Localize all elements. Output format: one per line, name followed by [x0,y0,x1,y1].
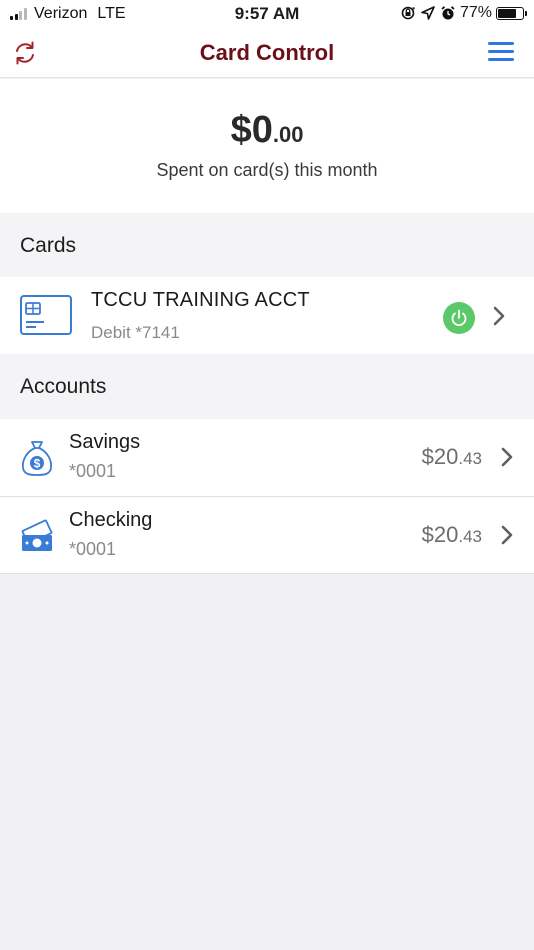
card-row[interactable]: TCCU TRAINING ACCT Debit *7141 [0,277,534,354]
cards-section-header: Cards [0,213,534,277]
location-arrow-icon [421,6,435,20]
account-name: Checking [69,509,153,531]
cards-header-label: Cards [20,234,77,257]
battery-percent: 77% [459,4,492,21]
row-divider [0,573,534,574]
account-balance-cents: .43 [458,449,482,468]
spending-summary: $0.00 Spent on card(s) this month [0,79,534,213]
account-balance-cents: .43 [458,527,482,546]
status-bar-right: 77% [396,4,527,22]
account-balance-main: $20 [421,522,459,547]
svg-text:$: $ [34,457,41,471]
screen-rotation-lock-icon [401,6,415,20]
account-balance-main: $20 [421,444,459,469]
accounts-header-label: Accounts [20,375,107,398]
account-name: Savings [69,431,141,453]
account-balance: $20.43 [422,444,482,470]
nav-bar: Card Control [0,28,534,78]
money-bag-icon: $ [21,441,53,476]
chevron-right-icon[interactable] [500,525,514,545]
account-row-savings[interactable]: $ Savings *0001 $20.43 [0,419,534,497]
page-title: Card Control [199,40,335,65]
battery-icon [496,6,527,20]
spent-amount: $0.00 [0,109,534,152]
spent-caption: Spent on card(s) this month [156,160,378,180]
spent-amount-cents: .00 [272,122,304,147]
chevron-right-icon[interactable] [492,306,506,326]
cash-icon [21,519,53,551]
account-row-checking[interactable]: Checking *0001 $20.43 [0,497,534,574]
chevron-right-icon[interactable] [500,447,514,467]
status-bar: Verizon LTE 9:57 AM 77% [0,0,534,28]
card-name: TCCU TRAINING ACCT [91,289,310,311]
spent-amount-main: $0 [230,109,273,151]
account-balance: $20.43 [422,522,482,548]
account-number: *0001 [69,461,117,481]
credit-card-icon [20,295,72,335]
card-power-toggle[interactable] [443,302,475,334]
card-number: Debit *7141 [91,323,180,342]
accounts-section-header: Accounts [0,354,534,419]
hamburger-menu-icon[interactable] [488,42,514,64]
account-number: *0001 [69,539,117,559]
power-icon [451,309,467,327]
alarm-icon [441,6,455,20]
